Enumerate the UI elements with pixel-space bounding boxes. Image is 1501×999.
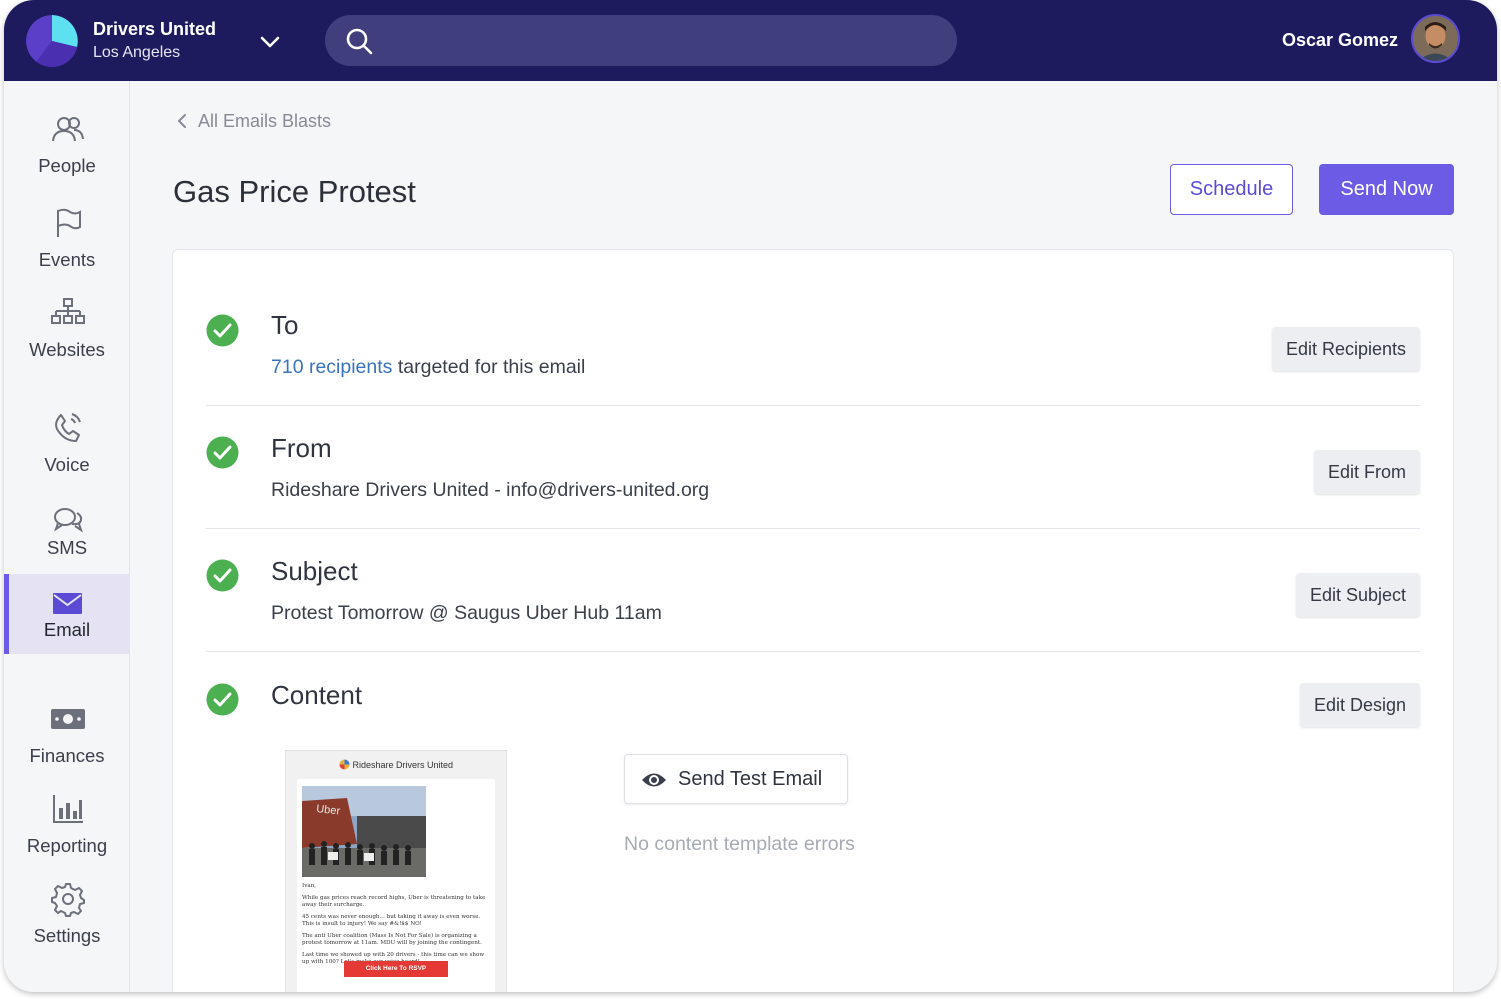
app-window: Drivers United Los Angeles Oscar Gomez P… [4,0,1497,992]
sitemap-icon [51,298,85,324]
chevron-left-icon [177,114,186,128]
check-circle-icon [206,314,239,347]
sidebar-item-label: Finances [29,745,105,766]
preview-brand: Rideshare Drivers United [286,759,506,770]
sidebar-item-email[interactable]: Email [4,574,130,654]
sidebar-item-events[interactable]: Events [4,197,130,277]
from-section: From Rideshare Drivers United - info@dri… [206,406,1420,529]
sidebar-item-label: People [38,155,96,176]
page-title: Gas Price Protest [173,174,416,209]
email-preview-thumbnail[interactable]: Rideshare Drivers United Uber Ivan, Whil… [285,750,507,992]
subject-value: Protest Tomorrow @ Saugus Uber Hub 11am [271,602,662,624]
search-input[interactable] [387,15,937,66]
recipients-link[interactable]: 710 recipients [271,356,392,378]
eye-icon [642,773,666,787]
send-test-email-button[interactable]: Send Test Email [624,754,848,804]
sidebar-item-label: SMS [46,537,88,558]
preview-brand-name: Rideshare Drivers United [352,760,454,770]
check-circle-icon [206,436,239,469]
envelope-icon [53,593,82,614]
org-city: Los Angeles [93,44,181,61]
main-content: All Emails Blasts Gas Price Protest Sche… [131,81,1497,992]
template-status: No content template errors [624,833,855,855]
org-logo[interactable] [26,15,78,67]
schedule-button[interactable]: Schedule [1170,164,1293,215]
top-bar: Drivers United Los Angeles Oscar Gomez [4,0,1497,81]
search-bar[interactable] [325,15,957,66]
email-blast-card: To 710 recipients targeted for this emai… [172,249,1454,992]
sidebar-item-finances[interactable]: Finances [4,693,130,773]
subject-section: Subject Protest Tomorrow @ Saugus Uber H… [206,529,1420,652]
money-icon [51,709,85,729]
check-circle-icon [206,559,239,592]
section-title: Subject [271,556,358,586]
section-title: To [271,310,299,340]
sidebar: People Events Websites Voice SMS Email F… [4,81,130,992]
search-icon [346,28,373,55]
gear-icon [51,883,85,917]
edit-subject-button[interactable]: Edit Subject [1295,573,1420,617]
check-circle-icon [206,683,239,716]
edit-design-button[interactable]: Edit Design [1299,683,1420,727]
sidebar-item-label: Email [43,619,91,640]
preview-text: Ivan, While gas prices reach record high… [302,883,490,971]
recipients-text: targeted for this email [392,356,586,378]
from-value: Rideshare Drivers United - info@drivers-… [271,479,710,501]
preview-paragraph: The anti Uber coalition (Mass Is Not For… [302,932,482,947]
preview-paragraph: While gas prices reach record highs, Ube… [302,894,486,909]
section-title: From [271,433,332,463]
sidebar-item-websites[interactable]: Websites [4,287,130,367]
preview-greeting: Ivan, [302,883,317,889]
sidebar-item-sms[interactable]: SMS [4,495,130,575]
sidebar-item-label: Reporting [26,835,108,856]
avatar[interactable] [1411,14,1460,63]
section-title: Content [271,680,363,710]
sidebar-item-label: Events [38,249,96,270]
preview-rsvp-button: Click Here To RSVP [344,961,448,977]
user-name: Oscar Gomez [1281,30,1398,50]
people-icon [52,117,84,142]
sidebar-item-label: Voice [44,454,90,475]
to-section: To 710 recipients targeted for this emai… [206,290,1420,406]
edit-from-button[interactable]: Edit From [1313,450,1420,494]
send-now-button[interactable]: Send Now [1319,164,1454,215]
preview-paragraph: 45 cents was never enough... but taking … [302,913,481,928]
bar-chart-icon [53,795,83,823]
sidebar-item-voice[interactable]: Voice [4,402,130,482]
photo-sign-text: Uber [316,803,341,817]
send-test-email-label: Send Test Email [678,768,823,790]
phone-icon [55,413,81,442]
sidebar-item-label: Websites [29,339,105,360]
flag-icon [57,208,81,237]
sidebar-item-label: Settings [33,925,101,946]
chevron-down-icon[interactable] [256,28,284,56]
protest-photo: Uber [302,786,426,877]
brand-logo-icon [339,759,350,770]
edit-recipients-button[interactable]: Edit Recipients [1271,327,1420,371]
sidebar-item-reporting[interactable]: Reporting [4,783,130,863]
sidebar-item-people[interactable]: People [4,103,130,183]
sidebar-item-settings[interactable]: Settings [4,873,130,953]
preview-body: Uber Ivan, While gas prices reach record… [297,779,495,992]
org-name: Drivers United [93,19,217,39]
recipients-summary: 710 recipients targeted for this email [271,356,585,379]
breadcrumb-label: All Emails Blasts [198,111,332,131]
chat-icon [54,508,83,533]
